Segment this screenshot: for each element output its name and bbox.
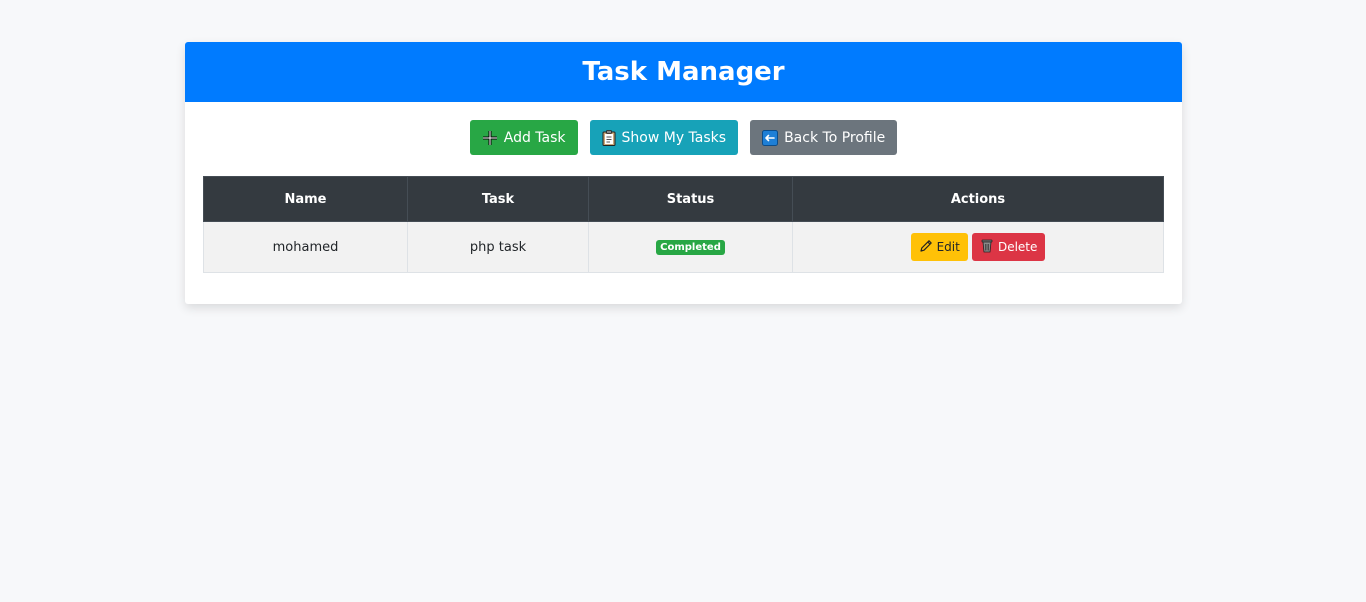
cell-name: mohamed [203, 221, 408, 273]
card-header: Task Manager [185, 42, 1182, 102]
task-manager-card: Task Manager Add Task Show My Tasks Back… [185, 42, 1182, 304]
plus-icon [482, 130, 498, 146]
pencil-icon [919, 239, 933, 256]
edit-label: Edit [936, 240, 960, 254]
status-badge: Completed [656, 240, 725, 255]
delete-label: Delete [997, 240, 1038, 254]
column-header-actions: Actions [792, 176, 1164, 222]
column-header-name: Name [203, 176, 408, 222]
tasks-table: Name Task Status Actions mohamed php tas… [203, 176, 1164, 273]
cell-actions: Edit Delete [792, 221, 1164, 273]
table-header-row: Name Task Status Actions [203, 176, 1164, 222]
add-task-label: Add Task [503, 129, 566, 146]
toolbar: Add Task Show My Tasks Back To Profile [185, 120, 1182, 155]
show-my-tasks-button[interactable]: Show My Tasks [589, 120, 739, 155]
delete-button[interactable]: Delete [971, 233, 1046, 261]
left-arrow-icon [762, 129, 779, 146]
add-task-button[interactable]: Add Task [469, 120, 578, 155]
column-header-task: Task [407, 176, 589, 222]
column-header-status: Status [588, 176, 793, 222]
cell-status: Completed [588, 221, 793, 273]
clipboard-icon [602, 129, 616, 146]
cell-task: php task [407, 221, 589, 273]
edit-button[interactable]: Edit [910, 233, 968, 261]
page-title: Task Manager [582, 57, 785, 87]
tasks-table-wrapper: Name Task Status Actions mohamed php tas… [203, 176, 1164, 273]
back-to-profile-label: Back To Profile [784, 129, 886, 146]
show-my-tasks-label: Show My Tasks [621, 129, 727, 146]
table-row: mohamed php task Completed Edit Delete [203, 221, 1164, 273]
back-to-profile-button[interactable]: Back To Profile [750, 120, 898, 155]
trash-icon [980, 238, 994, 256]
